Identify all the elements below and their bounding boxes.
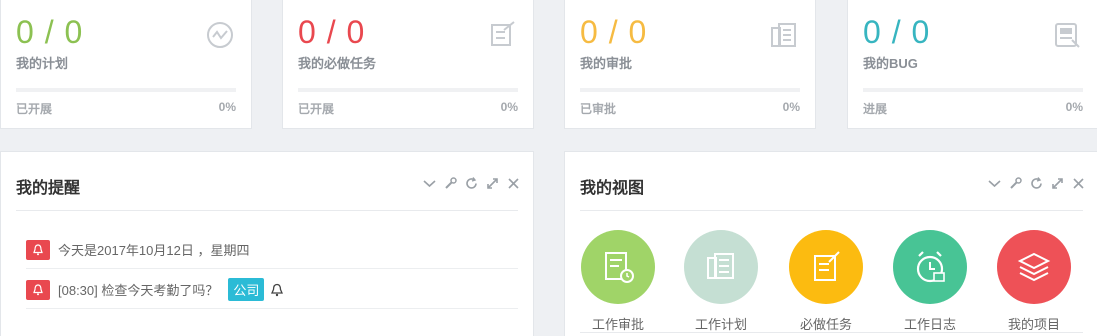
stat-card-plan[interactable]: 0 / 0 我的计划 已开展 0% [0,0,252,129]
stat-value: 0 / 0 [298,14,366,50]
bell-outline-icon[interactable] [270,283,284,297]
alarm-clock-icon [893,230,967,304]
wrench-icon[interactable] [443,176,458,191]
divider [580,210,1083,211]
view-item-plan[interactable]: 工作计划 [682,230,760,333]
stat-footer: 已审批 [580,102,617,116]
reminder-text: 今天是2017年10月12日 ，星期四 [58,243,250,258]
bell-icon [26,279,50,300]
company-tag: 公司 [228,278,265,301]
divider [580,332,1083,333]
expand-icon[interactable] [1050,176,1065,191]
close-icon[interactable] [506,176,521,191]
stat-footer: 已开展 [298,102,335,116]
view-item-approval[interactable]: 工作审批 [579,230,657,333]
layers-icon [997,230,1071,304]
stat-card-bug[interactable]: 0 / 0 我的BUG 进展 0% [847,0,1097,129]
view-panel: 我的视图 工作审批 工作计划 必做任务 工作日志 我的项目 [564,151,1097,336]
edit-icon [491,21,515,46]
list-item[interactable]: 今天是2017年10月12日 ，星期四 [26,231,518,269]
stat-percent: 0% [1065,100,1083,114]
approval-icon [581,230,655,304]
progress-bar [580,88,800,92]
refresh-icon[interactable] [464,176,479,191]
progress-bar [298,88,518,92]
stat-percent: 0% [218,100,236,114]
plan-icon [684,230,758,304]
refresh-icon[interactable] [1029,176,1044,191]
close-icon[interactable] [1071,176,1086,191]
stat-footer: 进展 [863,102,888,116]
stat-label: 我的计划 [16,56,69,71]
reminder-text: [08:30] 检查今天考勤了吗？ [58,283,219,298]
progress-bar [863,88,1083,92]
chevron-down-icon[interactable] [422,176,437,191]
stat-value: 0 / 0 [863,14,931,50]
view-label: 工作审批 [591,317,644,332]
reminder-panel: 我的提醒 今天是2017年10月12日 ，星期四 [08:30] 检查今天考勤了… [0,151,534,336]
view-item-log[interactable]: 工作日志 [891,230,969,333]
stat-label: 我的BUG [863,56,918,71]
stat-label: 我的审批 [580,56,633,71]
view-label: 我的项目 [1007,317,1060,332]
pulse-icon [207,22,233,48]
chevron-down-icon[interactable] [987,176,1002,191]
view-item-project[interactable]: 我的项目 [995,230,1073,333]
progress-bar [16,88,236,92]
stat-card-task[interactable]: 0 / 0 我的必做任务 已开展 0% [282,0,534,129]
wrench-icon[interactable] [1008,176,1023,191]
stat-value: 0 / 0 [16,14,84,50]
divider [16,210,518,211]
document-icon [771,23,796,47]
view-label: 工作计划 [694,317,747,332]
stat-percent: 0% [500,100,518,114]
panel-title: 我的视图 [580,180,645,197]
stat-card-approval[interactable]: 0 / 0 我的审批 已审批 0% [564,0,816,129]
list-item[interactable]: [08:30] 检查今天考勤了吗？ 公司 [26,271,518,309]
stat-label: 我的必做任务 [298,56,377,71]
view-label: 必做任务 [799,317,852,332]
stat-percent: 0% [782,100,800,114]
task-icon [789,230,863,304]
view-label: 工作日志 [903,317,956,332]
panel-title: 我的提醒 [16,180,81,197]
stat-value: 0 / 0 [580,14,648,50]
panel-toolbar [987,176,1086,191]
view-item-task[interactable]: 必做任务 [787,230,865,333]
bug-icon [1055,23,1080,48]
stat-footer: 已开展 [16,102,53,116]
panel-toolbar [422,176,521,191]
bell-icon [26,239,50,260]
expand-icon[interactable] [485,176,500,191]
